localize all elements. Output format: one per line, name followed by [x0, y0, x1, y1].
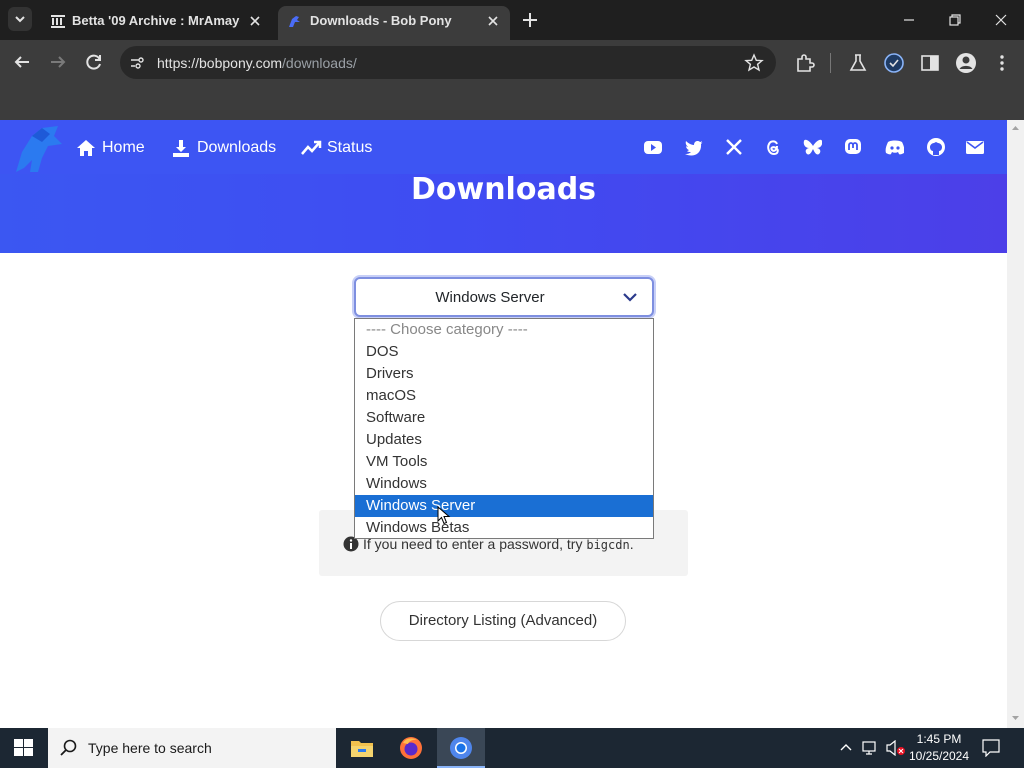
category-select[interactable]: Windows Server [354, 277, 654, 317]
close-icon[interactable] [484, 12, 502, 30]
back-arrow-icon[interactable] [11, 51, 33, 73]
firefox-icon[interactable] [399, 736, 423, 760]
chevron-down-icon [15, 16, 25, 23]
labs-flask-icon[interactable] [847, 52, 869, 74]
dropdown-option-selected[interactable]: Windows Server [355, 495, 653, 517]
tab-betta-archive[interactable]: Betta '09 Archive : MrAmayosk [40, 6, 272, 36]
page-scrollbar[interactable] [1007, 120, 1024, 728]
dropdown-option[interactable]: Windows Betas [355, 517, 653, 539]
url-base: https://bobpony.com [157, 55, 283, 71]
volume-muted-icon[interactable] [886, 740, 906, 756]
dropdown-option[interactable]: Software [355, 407, 653, 429]
close-window-icon[interactable] [989, 8, 1013, 32]
chrome-taskbar-button[interactable] [437, 728, 485, 768]
search-icon [60, 739, 77, 756]
bookmark-star-icon[interactable] [744, 53, 764, 73]
restore-icon[interactable] [943, 8, 967, 32]
password-code: bigcdn [586, 538, 630, 552]
file-explorer-icon[interactable] [350, 737, 374, 759]
address-bar[interactable]: https://bobpony.com/downloads/ [120, 46, 776, 79]
dropdown-option[interactable]: DOS [355, 341, 653, 363]
bluesky-icon[interactable] [802, 137, 822, 157]
nav-home-label: Home [102, 139, 145, 156]
reload-icon[interactable] [83, 51, 105, 73]
web-page: Home Downloads Status Downloads If you n… [0, 120, 1007, 728]
discord-icon[interactable] [884, 137, 904, 157]
taskbar-date[interactable]: 10/25/2024 [908, 749, 970, 763]
category-dropdown-list: ---- Choose category ---- DOS Drivers ma… [354, 318, 654, 539]
nav-downloads[interactable]: Downloads [171, 138, 281, 158]
bob-pony-favicon-icon [289, 16, 300, 27]
close-icon[interactable] [246, 12, 264, 30]
dropdown-option[interactable]: VM Tools [355, 451, 653, 473]
network-icon[interactable] [862, 740, 880, 756]
extension-badge-icon[interactable] [883, 52, 905, 74]
forward-arrow-icon[interactable] [47, 51, 69, 73]
tab-downloads-bob-pony[interactable]: Downloads - Bob Pony [278, 6, 510, 40]
tab-search-button[interactable] [8, 7, 32, 31]
github-icon[interactable] [926, 137, 946, 157]
chrome-icon [450, 737, 472, 759]
directory-listing-button[interactable]: Directory Listing (Advanced) [380, 601, 626, 641]
trend-up-icon [301, 140, 322, 155]
site-settings-icon[interactable] [128, 54, 146, 72]
scroll-down-arrow-icon[interactable] [1011, 714, 1020, 722]
browser-tab-strip: Betta '09 Archive : MrAmayosk Downloads … [0, 0, 1024, 40]
taskbar-search-box[interactable]: Type here to search [48, 728, 336, 768]
nav-home[interactable]: Home [76, 138, 156, 158]
tab-title: Betta '09 Archive : MrAmayosk [72, 13, 240, 28]
dropdown-option[interactable]: ---- Choose category ---- [355, 319, 653, 341]
browser-menu-icon[interactable] [991, 52, 1013, 74]
nav-downloads-label: Downloads [197, 139, 277, 156]
nav-status-label: Status [327, 139, 373, 156]
taskbar-time[interactable]: 1:45 PM [908, 732, 970, 746]
threads-icon[interactable] [763, 137, 783, 157]
extensions-icon[interactable] [794, 52, 816, 74]
taskbar-search-placeholder: Type here to search [88, 740, 212, 756]
twitter-icon[interactable] [684, 137, 704, 157]
toolbar-divider [830, 53, 831, 73]
archive-icon [51, 15, 65, 28]
page-title: Downloads [410, 172, 597, 207]
tab-title: Downloads - Bob Pony [310, 13, 452, 28]
scroll-up-arrow-icon[interactable] [1011, 124, 1020, 132]
dropdown-option[interactable]: macOS [355, 385, 653, 407]
youtube-icon[interactable] [643, 137, 663, 157]
dropdown-option[interactable]: Drivers [355, 363, 653, 385]
mail-icon[interactable] [965, 137, 985, 157]
bob-pony-logo-icon[interactable] [12, 122, 64, 174]
url-path: /downloads/ [282, 55, 357, 71]
mastodon-icon[interactable] [843, 137, 863, 157]
url-text: https://bobpony.com/downloads/ [157, 55, 357, 71]
home-icon [77, 140, 95, 156]
category-select-value: Windows Server [435, 289, 545, 306]
new-tab-plus-icon[interactable] [520, 10, 540, 30]
notifications-icon[interactable] [982, 739, 1000, 757]
minimize-icon[interactable] [897, 8, 921, 32]
dropdown-option[interactable]: Updates [355, 429, 653, 451]
mouse-cursor-icon [437, 506, 451, 525]
download-icon [173, 140, 189, 157]
windows-taskbar: Type here to search 1:45 PM 10/25/2024 [0, 728, 1024, 768]
chevron-down-icon [623, 293, 637, 302]
chevron-up-icon[interactable] [839, 741, 853, 755]
site-navbar: Home Downloads Status [0, 120, 1007, 174]
profile-avatar-icon[interactable] [955, 52, 977, 74]
windows-start-icon[interactable] [14, 739, 34, 757]
x-icon[interactable] [724, 137, 744, 157]
nav-status[interactable]: Status [301, 138, 381, 158]
browser-toolbar: https://bobpony.com/downloads/ [0, 40, 1024, 120]
dropdown-option[interactable]: Windows [355, 473, 653, 495]
side-panel-icon[interactable] [919, 52, 941, 74]
